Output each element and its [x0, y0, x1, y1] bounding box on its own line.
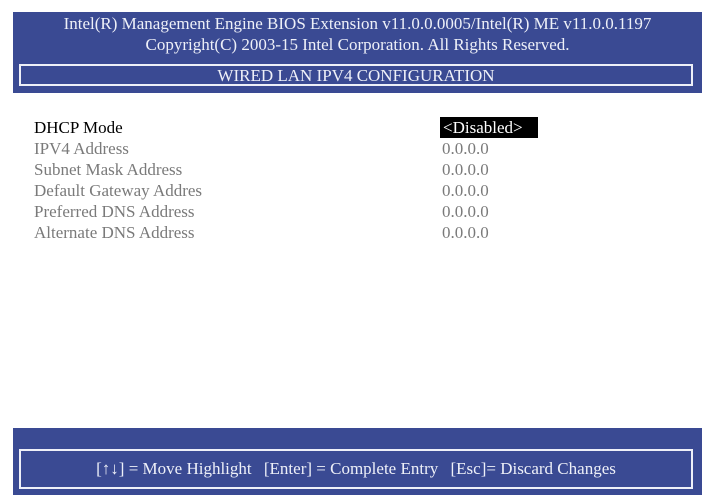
settings-panel: DHCP Mode <Disabled> IPV4 Address 0.0.0.…	[13, 93, 702, 428]
setting-value[interactable]: 0.0.0.0	[442, 222, 489, 243]
setting-row-ipv4-address[interactable]: IPV4 Address 0.0.0.0	[13, 138, 702, 159]
setting-value-dropdown[interactable]: <Disabled>	[440, 117, 538, 138]
setting-row-default-gateway[interactable]: Default Gateway Addres 0.0.0.0	[13, 180, 702, 201]
setting-value[interactable]: 0.0.0.0	[442, 180, 489, 201]
move-highlight-hint: [↑↓] = Move Highlight	[96, 459, 252, 478]
key-help-text: [↑↓] = Move Highlight [Enter] = Complete…	[21, 459, 691, 479]
setting-row-subnet-mask[interactable]: Subnet Mask Address 0.0.0.0	[13, 159, 702, 180]
setting-row-alternate-dns[interactable]: Alternate DNS Address 0.0.0.0	[13, 222, 702, 243]
setting-label: Default Gateway Addres	[34, 181, 203, 200]
screen-title: WIRED LAN IPV4 CONFIGURATION	[217, 66, 495, 85]
setting-label: Preferred DNS Address	[34, 202, 195, 221]
copyright-line: Copyright(C) 2003-15 Intel Corporation. …	[145, 35, 570, 54]
setting-label: Subnet Mask Address	[34, 160, 183, 179]
discard-changes-hint: [Esc]= Discard Changes	[450, 459, 616, 478]
setting-label: DHCP Mode	[34, 118, 123, 137]
setting-value[interactable]: 0.0.0.0	[442, 201, 489, 222]
setting-label: Alternate DNS Address	[34, 223, 195, 242]
setting-label: IPV4 Address	[34, 139, 129, 158]
setting-row-dhcp-mode[interactable]: DHCP Mode <Disabled>	[13, 117, 702, 138]
setting-row-preferred-dns[interactable]: Preferred DNS Address 0.0.0.0	[13, 201, 702, 222]
screen-title-bar: WIRED LAN IPV4 CONFIGURATION	[19, 64, 693, 86]
complete-entry-hint: [Enter] = Complete Entry	[263, 459, 439, 478]
setting-value[interactable]: 0.0.0.0	[442, 159, 489, 180]
key-help-bar: [↑↓] = Move Highlight [Enter] = Complete…	[19, 449, 693, 489]
setting-value[interactable]: 0.0.0.0	[442, 138, 489, 159]
bios-version-line: Intel(R) Management Engine BIOS Extensio…	[63, 14, 652, 33]
mebx-screen: Intel(R) Management Engine BIOS Extensio…	[13, 12, 702, 495]
